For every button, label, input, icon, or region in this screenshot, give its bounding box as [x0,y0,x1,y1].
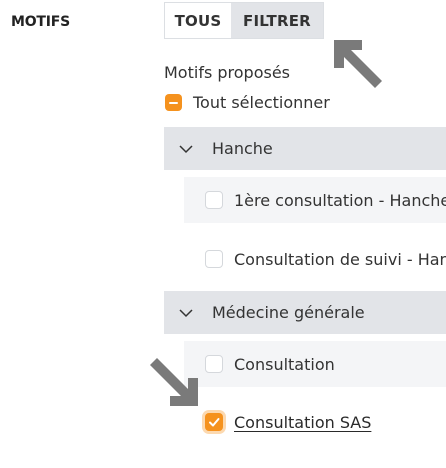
group-header-hanche[interactable]: Hanche [164,127,446,170]
motif-item-label: 1ère consultation - Hanche [234,190,446,210]
checkbox[interactable] [205,250,223,268]
select-all-label: Tout sélectionner [193,93,330,112]
motif-item[interactable]: 1ère consultation - Hanche [184,177,446,223]
group-name: Hanche [212,139,273,158]
checkbox-checked[interactable] [205,413,223,431]
select-all-checkbox[interactable]: Tout sélectionner [165,93,330,112]
group-name: Médecine générale [212,303,365,322]
filtrer-button[interactable]: FILTRER [231,3,323,38]
checkbox[interactable] [205,191,223,209]
motifs-proposes-label: Motifs proposés [164,63,290,82]
checkmark-icon [209,418,220,427]
group-header-medecine-generale[interactable]: Médecine générale [164,291,446,334]
motif-item-label: Consultation de suivi - Hanche [234,249,446,269]
filter-mode-toggle: TOUS FILTRER [164,2,324,39]
indeterminate-checkbox-icon [165,94,182,111]
motif-item[interactable]: Consultation de suivi - Hanche [184,236,446,282]
chevron-down-icon [179,308,193,317]
checkbox[interactable] [205,355,223,373]
motif-item-label: Consultation [234,354,335,374]
motif-item[interactable]: Consultation [184,341,446,387]
tous-button[interactable]: TOUS [165,3,231,38]
chevron-down-icon [179,144,193,153]
motifs-section-label: MOTIFS [11,14,71,30]
motif-item-label: Consultation SAS [234,412,372,432]
motif-item[interactable]: Consultation SAS [184,399,446,445]
annotation-arrow-up-left-icon [334,40,382,88]
annotation-arrow-down-right-icon [150,358,198,406]
